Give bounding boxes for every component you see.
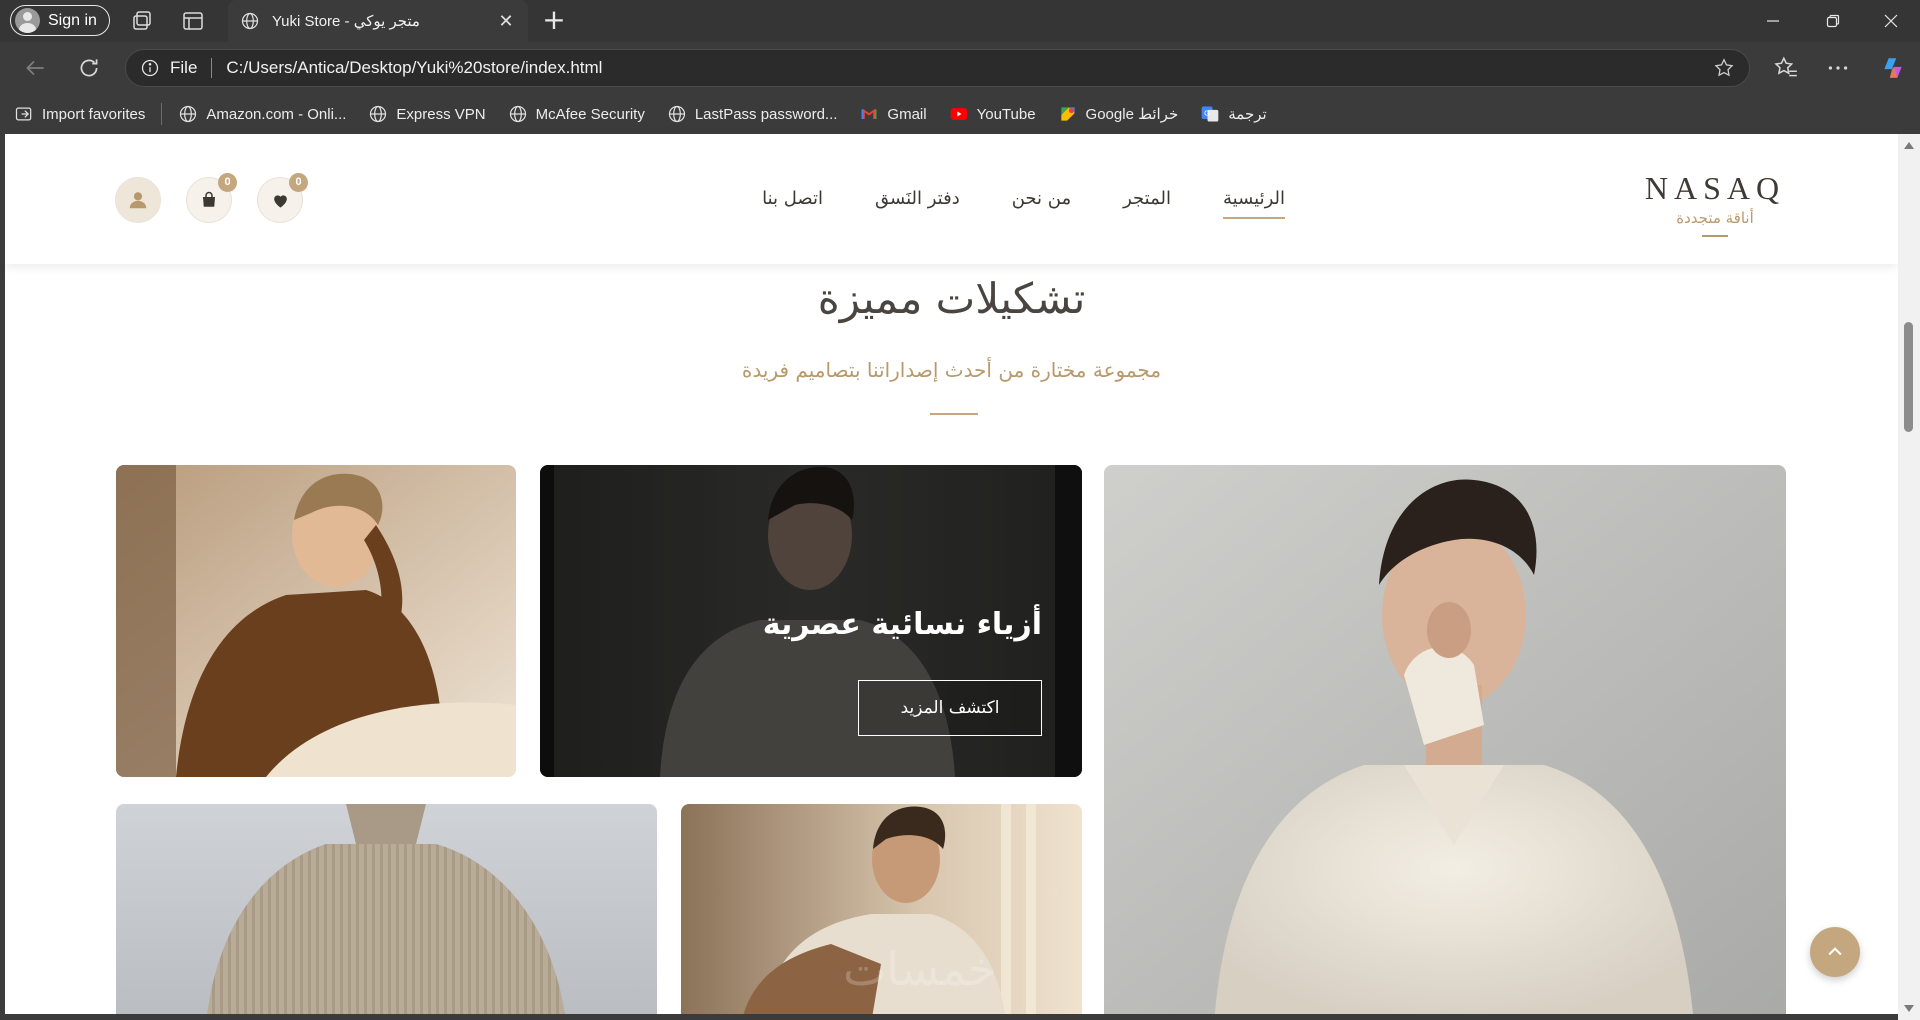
heart-icon: [273, 194, 287, 208]
section-divider: [930, 413, 978, 415]
collection-card-large[interactable]: [1104, 465, 1786, 1014]
address-bar[interactable]: File C:/Users/Antica/Desktop/Yuki%20stor…: [125, 49, 1750, 87]
bookmark-import-favorites[interactable]: Import favorites: [14, 104, 145, 124]
bookmark-label: Import favorites: [42, 105, 146, 123]
bookmark-label: Gmail: [887, 105, 927, 123]
address-url[interactable]: C:/Users/Antica/Desktop/Yuki%20store/ind…: [226, 58, 1713, 78]
product-photo-cream-sweater: [1104, 465, 1786, 1014]
nav-link-contact[interactable]: اتصل بنا: [762, 188, 823, 217]
bookmark-label: ترجمة: [1228, 106, 1267, 123]
main-nav: الرئيسية المتجر من نحن دفتر النَسق اتصل …: [675, 188, 1285, 228]
cart-button[interactable]: 0: [186, 173, 237, 223]
bookmark-label: Express VPN: [396, 105, 486, 123]
favorite-star-icon[interactable]: [1713, 57, 1735, 79]
bookmark-amazon[interactable]: Amazon.com - Onli...: [178, 104, 346, 124]
scroll-down-arrow-icon[interactable]: [1904, 1005, 1914, 1012]
section-subtitle: مجموعة مختارة من أحدث إصداراتنا بتصاميم …: [741, 358, 1162, 382]
globe-icon: [509, 105, 526, 123]
product-photo-grey-sweater: [116, 804, 657, 1014]
back-arrow-icon[interactable]: [22, 55, 48, 81]
close-icon: [1884, 14, 1898, 28]
nav-link-home[interactable]: الرئيسية: [1223, 188, 1285, 219]
nav-link-about[interactable]: من نحن: [1012, 188, 1071, 217]
bookmark-google-maps[interactable]: Google خرائط: [1058, 104, 1179, 124]
minimize-button[interactable]: [1744, 0, 1802, 42]
info-icon[interactable]: [140, 58, 160, 78]
globe-icon: [668, 105, 685, 123]
svg-text:G: G: [1204, 109, 1210, 118]
discover-more-button[interactable]: اكتشف المزيد: [858, 680, 1042, 736]
more-options-icon[interactable]: [1825, 55, 1851, 81]
address-divider: [211, 58, 213, 78]
shopping-bag-icon: [203, 191, 215, 207]
minimize-icon: [1767, 20, 1779, 22]
watermark-text: خمسات: [843, 942, 997, 996]
bookmark-translate[interactable]: G ترجمة: [1200, 104, 1267, 124]
bookmark-label: McAfee Security: [535, 105, 645, 123]
bookmark-mcafee[interactable]: McAfee Security: [508, 104, 645, 124]
globe-icon: [180, 105, 197, 123]
tab-actions-icon[interactable]: [181, 9, 205, 33]
sign-in-label: Sign in: [48, 11, 97, 29]
chevron-up-icon: [1828, 947, 1842, 956]
refresh-icon[interactable]: [76, 55, 102, 81]
import-icon: [15, 107, 32, 121]
scroll-to-top-button[interactable]: [1810, 927, 1860, 977]
profile-avatar-icon: [15, 8, 40, 33]
bookmark-label: Google خرائط: [1085, 106, 1179, 123]
page-viewport: NASAQ أناقة متجددة الرئيسية المتجر من نح…: [5, 134, 1898, 1014]
sign-in-button[interactable]: Sign in: [10, 5, 110, 36]
nav-link-lookbook[interactable]: دفتر النَسق: [875, 188, 960, 217]
page-scrollbar[interactable]: [1898, 134, 1920, 1020]
youtube-icon: [950, 108, 967, 120]
workspaces-icon[interactable]: [130, 9, 154, 33]
bookmark-label: Amazon.com - Onli...: [206, 105, 347, 123]
close-window-button[interactable]: [1862, 0, 1920, 42]
gmail-icon: [861, 109, 877, 119]
bookmark-label: LastPass password...: [694, 105, 838, 123]
restore-icon: [1826, 14, 1840, 28]
globe-icon: [241, 12, 259, 30]
bookmarks-bar: Import favorites Amazon.com - Onli... Ex…: [0, 94, 1920, 134]
featured-card-title: أزياء نسائية عصرية: [762, 607, 1042, 642]
maps-icon: [1060, 107, 1075, 121]
cart-count-badge: 0: [218, 173, 237, 192]
section-title: تشكيلات مميزة: [817, 274, 1086, 323]
scrollbar-thumb[interactable]: [1904, 322, 1913, 432]
new-tab-button[interactable]: +: [540, 6, 568, 35]
bookmark-express-vpn[interactable]: Express VPN: [368, 104, 486, 124]
user-icon: [129, 192, 147, 209]
favorites-icon[interactable]: [1773, 55, 1799, 81]
wishlist-button[interactable]: 0: [257, 173, 308, 223]
address-scheme-label: File: [170, 58, 198, 77]
tab-title: Yuki Store - متجر يوكي: [272, 13, 420, 30]
scroll-up-arrow-icon[interactable]: [1904, 142, 1914, 149]
wishlist-count-badge: 0: [289, 173, 308, 192]
browser-tab-active[interactable]: Yuki Store - متجر يوكي ✕: [228, 0, 528, 42]
browser-titlebar: Sign in Yuki Store - متجر يوكي ✕ +: [0, 0, 1920, 42]
bookmark-label: YouTube: [976, 105, 1036, 123]
bookmark-youtube[interactable]: YouTube: [949, 104, 1036, 124]
product-photo-brown-jacket: [116, 465, 516, 777]
bookmark-lastpass[interactable]: LastPass password...: [667, 104, 838, 124]
brand-tagline: أناقة متجددة: [1676, 209, 1754, 227]
browser-toolbar: File C:/Users/Antica/Desktop/Yuki%20stor…: [0, 42, 1920, 94]
bookmarks-divider: [161, 103, 163, 125]
brand-name: NASAQ: [1644, 170, 1786, 206]
restore-button[interactable]: [1804, 0, 1862, 42]
tab-close-icon[interactable]: ✕: [496, 11, 516, 31]
nav-link-shop[interactable]: المتجر: [1123, 188, 1171, 217]
collection-card-featured[interactable]: أزياء نسائية عصرية اكتشف المزيد: [540, 465, 1082, 777]
collection-card-grey-sweater[interactable]: [116, 804, 657, 1014]
site-header: NASAQ أناقة متجددة الرئيسية المتجر من نح…: [5, 134, 1898, 264]
copilot-icon[interactable]: [1880, 55, 1906, 81]
bookmark-gmail[interactable]: Gmail: [859, 104, 927, 124]
brand-logo[interactable]: NASAQ أناقة متجددة: [1640, 170, 1790, 237]
header-icons: 0 0: [115, 173, 308, 223]
account-button[interactable]: [115, 177, 161, 223]
translate-icon: G: [1201, 106, 1219, 122]
collection-card-brown-jacket[interactable]: [116, 465, 516, 777]
brand-underline: [1702, 235, 1728, 237]
globe-icon: [370, 105, 387, 123]
